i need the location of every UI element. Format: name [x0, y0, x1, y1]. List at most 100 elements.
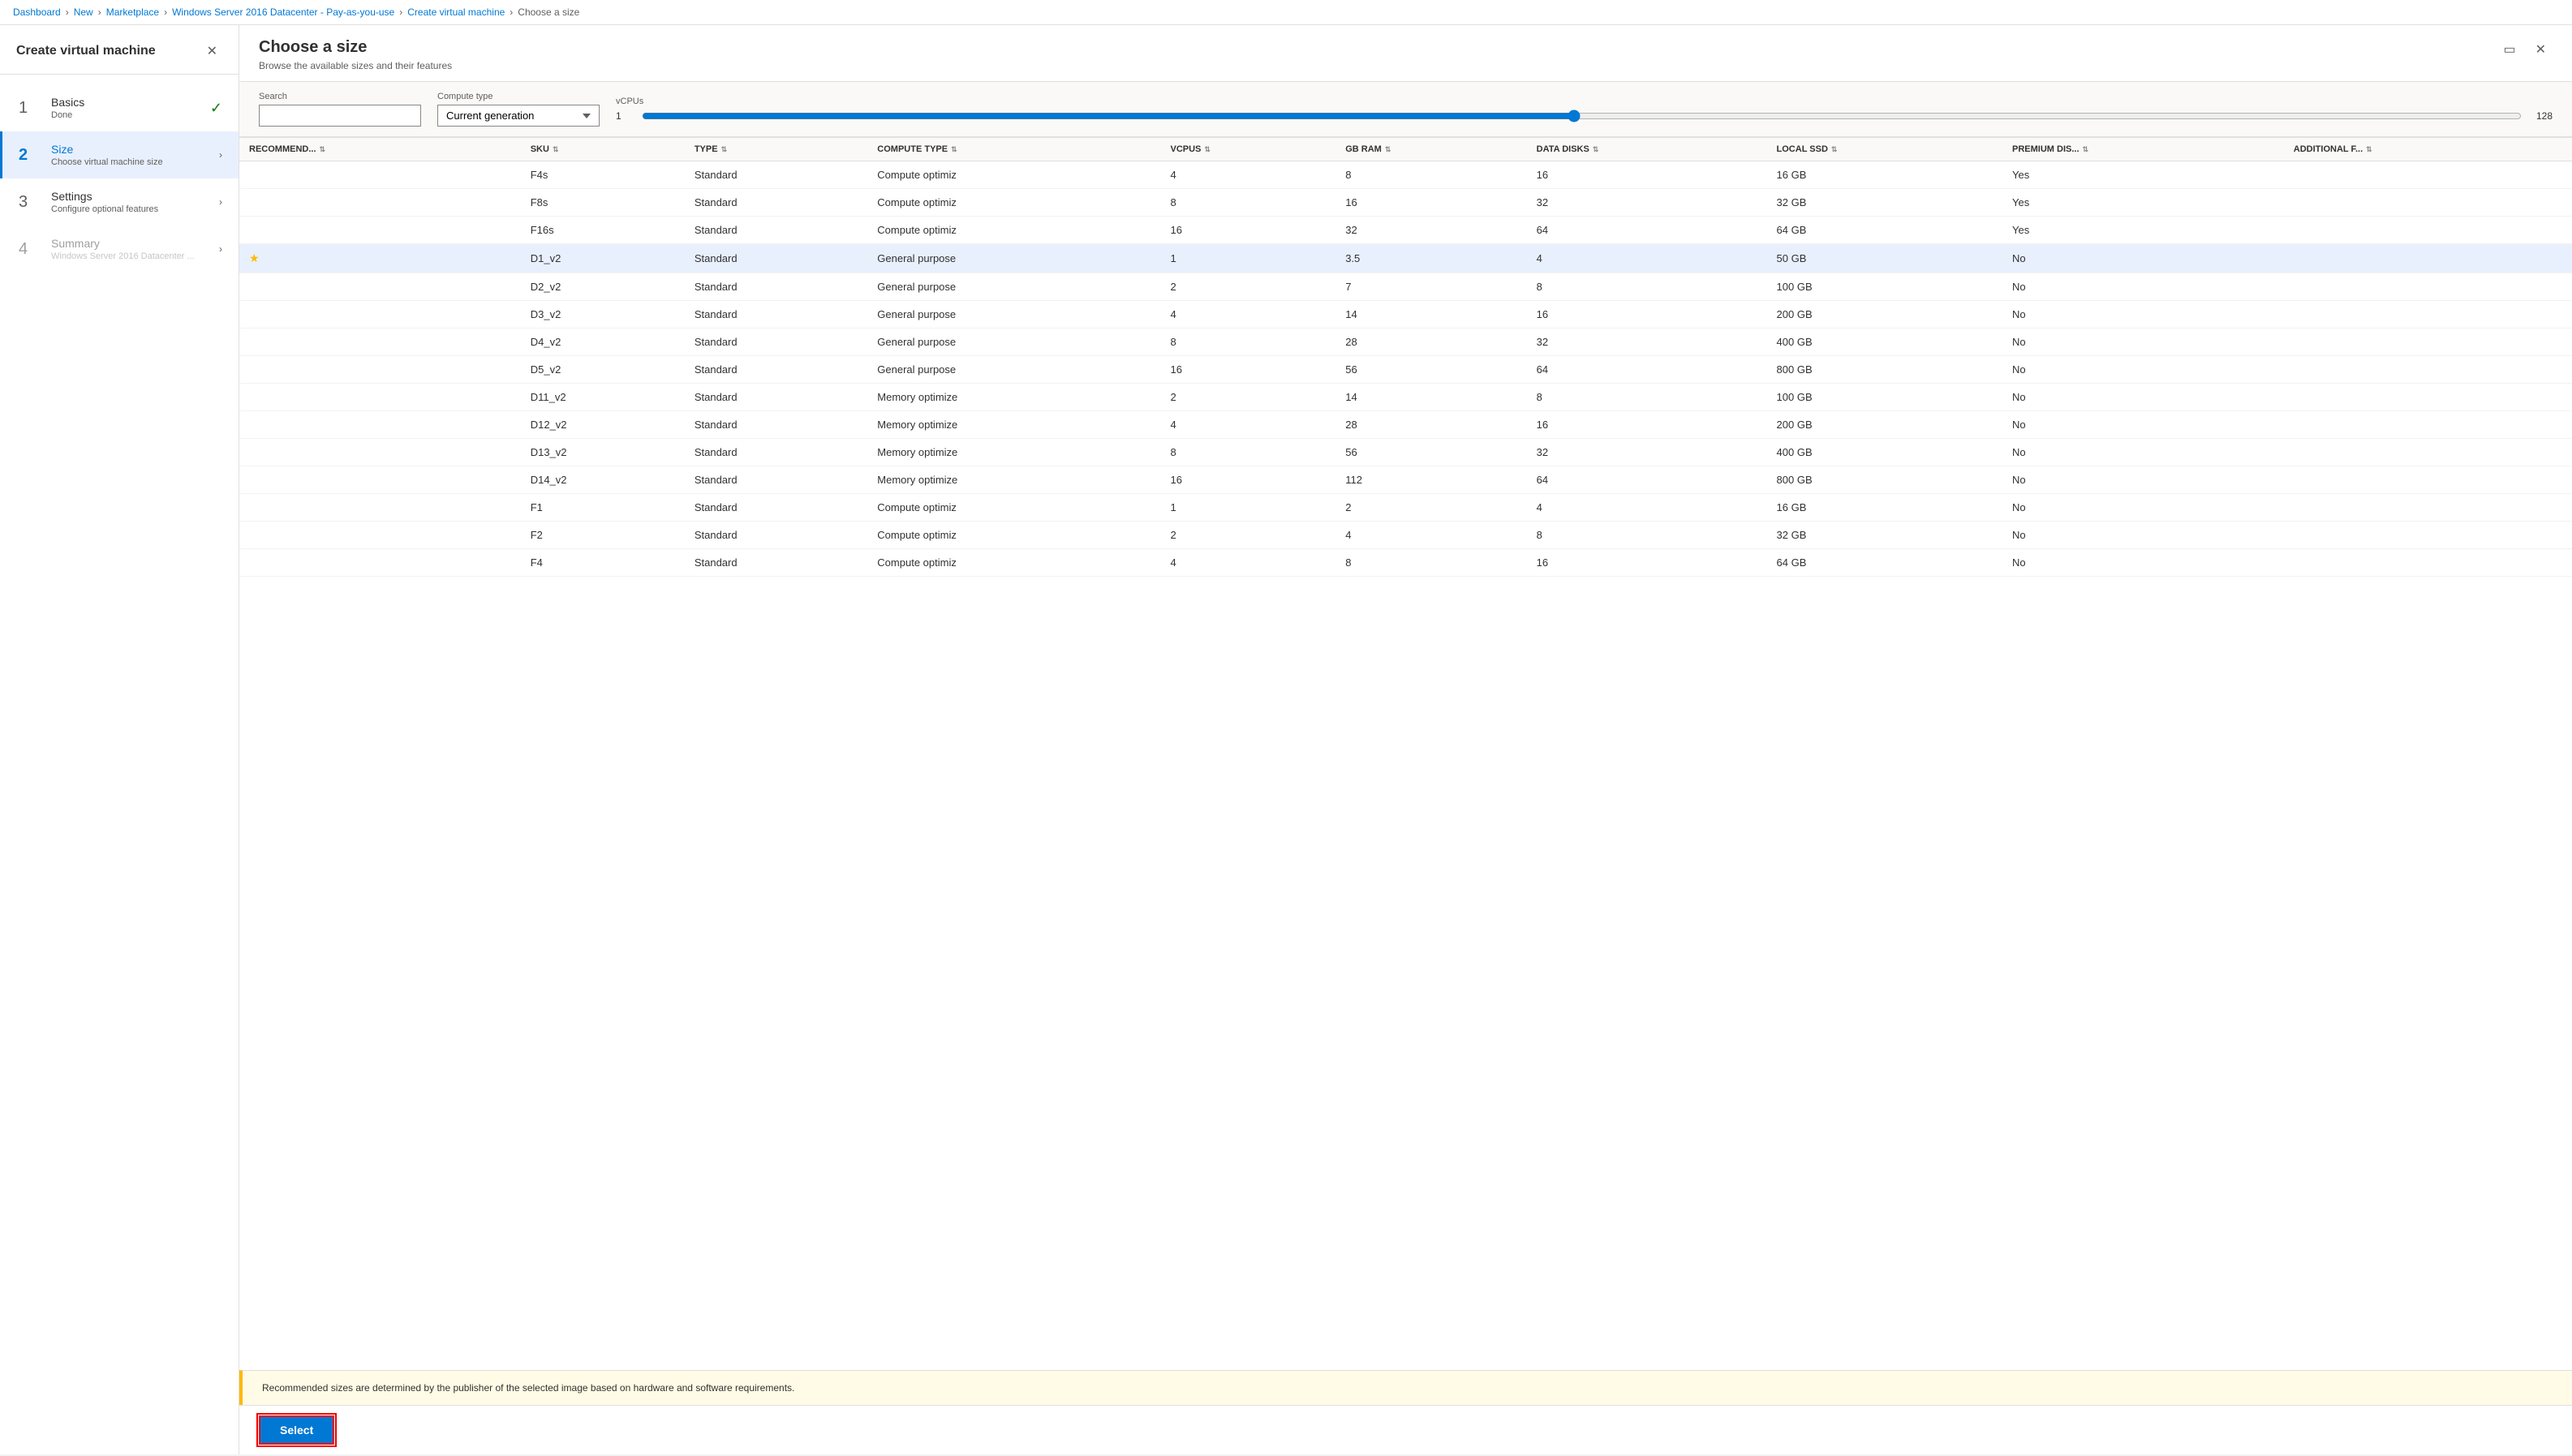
- chevron-right-icon-settings: ›: [219, 196, 222, 208]
- table-row[interactable]: D4_v2StandardGeneral purpose82832400 GBN…: [239, 329, 2572, 356]
- gb_ram-cell: 28: [1335, 411, 1526, 439]
- table-row[interactable]: D11_v2StandardMemory optimize2148100 GBN…: [239, 384, 2572, 411]
- search-group: Search: [259, 92, 421, 127]
- step-number-3: 3: [19, 193, 38, 212]
- col-data-disks[interactable]: DATA DISKS⇅: [1527, 138, 1767, 161]
- type-cell: Standard: [685, 549, 867, 577]
- sort-icon-recommended: ⇅: [320, 145, 326, 153]
- col-premium-dis[interactable]: PREMIUM DIS...⇅: [2002, 138, 2284, 161]
- select-button[interactable]: Select: [259, 1415, 334, 1445]
- table-row[interactable]: D3_v2StandardGeneral purpose41416200 GBN…: [239, 301, 2572, 329]
- gb_ram-cell: 4: [1335, 522, 1526, 549]
- sidebar-item-summary[interactable]: 4 Summary Windows Server 2016 Datacenter…: [0, 225, 239, 273]
- checkmark-icon: ✓: [210, 100, 222, 117]
- additional_f-cell: [2284, 494, 2572, 522]
- table-row[interactable]: D2_v2StandardGeneral purpose278100 GBNo: [239, 273, 2572, 301]
- sort-icon-disks: ⇅: [1593, 145, 1599, 153]
- minimize-button[interactable]: ▭: [2497, 38, 2522, 61]
- breadcrumb-marketplace[interactable]: Marketplace: [106, 6, 159, 18]
- compute-type-select[interactable]: Current generation All generations Previ…: [437, 105, 600, 127]
- table-row[interactable]: D13_v2StandardMemory optimize85632400 GB…: [239, 439, 2572, 466]
- table-row[interactable]: F2StandardCompute optimiz24832 GBNo: [239, 522, 2572, 549]
- premium_dis-cell: No: [2002, 273, 2284, 301]
- compute_type-cell: Memory optimize: [867, 411, 1160, 439]
- data_disks-cell: 4: [1527, 244, 1767, 273]
- additional_f-cell: [2284, 466, 2572, 494]
- col-type[interactable]: TYPE⇅: [685, 138, 867, 161]
- col-sku[interactable]: SKU⇅: [521, 138, 685, 161]
- data_disks-cell: 32: [1527, 439, 1767, 466]
- local_ssd-cell: 64 GB: [1767, 217, 2003, 244]
- sku-cell: F4s: [521, 161, 685, 189]
- maximize-button[interactable]: ✕: [2529, 38, 2553, 61]
- search-input[interactable]: [259, 105, 421, 127]
- col-compute-type[interactable]: COMPUTE TYPE⇅: [867, 138, 1160, 161]
- recommended-cell: [239, 522, 521, 549]
- additional_f-cell: [2284, 356, 2572, 384]
- vcpus-cell: 2: [1160, 522, 1335, 549]
- panel-subtitle: Browse the available sizes and their fea…: [259, 60, 452, 71]
- size-table: RECOMMEND...⇅ SKU⇅ TYPE⇅ COMPUTE TYPE⇅ V…: [239, 137, 2572, 577]
- step-number-4: 4: [19, 240, 38, 259]
- recommended-cell: [239, 384, 521, 411]
- gb_ram-cell: 32: [1335, 217, 1526, 244]
- breadcrumb-create-vm[interactable]: Create virtual machine: [407, 6, 505, 18]
- premium_dis-cell: No: [2002, 522, 2284, 549]
- breadcrumb-windows-server[interactable]: Windows Server 2016 Datacenter - Pay-as-…: [172, 6, 394, 18]
- breadcrumb-dashboard[interactable]: Dashboard: [13, 6, 61, 18]
- additional_f-cell: [2284, 549, 2572, 577]
- data_disks-cell: 64: [1527, 217, 1767, 244]
- type-cell: Standard: [685, 273, 867, 301]
- search-label: Search: [259, 92, 421, 101]
- table-row[interactable]: D5_v2StandardGeneral purpose165664800 GB…: [239, 356, 2572, 384]
- recommended-cell: [239, 189, 521, 217]
- local_ssd-cell: 400 GB: [1767, 439, 2003, 466]
- col-local-ssd[interactable]: LOCAL SSD⇅: [1767, 138, 2003, 161]
- data_disks-cell: 32: [1527, 329, 1767, 356]
- table-row[interactable]: F4sStandardCompute optimiz481616 GBYes: [239, 161, 2572, 189]
- compute_type-cell: Compute optimiz: [867, 549, 1160, 577]
- close-button[interactable]: ✕: [202, 41, 222, 61]
- table-row[interactable]: D14_v2StandardMemory optimize1611264800 …: [239, 466, 2572, 494]
- sku-cell: F4: [521, 549, 685, 577]
- vcpus-cell: 8: [1160, 329, 1335, 356]
- col-additional-f[interactable]: ADDITIONAL F...⇅: [2284, 138, 2572, 161]
- compute_type-cell: Memory optimize: [867, 439, 1160, 466]
- gb_ram-cell: 28: [1335, 329, 1526, 356]
- sidebar-header: Create virtual machine ✕: [0, 25, 239, 75]
- table-row[interactable]: D12_v2StandardMemory optimize42816200 GB…: [239, 411, 2572, 439]
- vcpus-cell: 2: [1160, 384, 1335, 411]
- sidebar-item-settings[interactable]: 3 Settings Configure optional features ›: [0, 178, 239, 225]
- breadcrumb-new[interactable]: New: [74, 6, 93, 18]
- sidebar-item-basics[interactable]: 1 Basics Done ✓: [0, 84, 239, 131]
- recommended-cell: [239, 329, 521, 356]
- recommended-cell: [239, 411, 521, 439]
- vcpus-cell: 4: [1160, 549, 1335, 577]
- sidebar-item-size[interactable]: 2 Size Choose virtual machine size ›: [0, 131, 239, 178]
- col-recommended[interactable]: RECOMMEND...⇅: [239, 138, 521, 161]
- table-row[interactable]: F4StandardCompute optimiz481664 GBNo: [239, 549, 2572, 577]
- additional_f-cell: [2284, 161, 2572, 189]
- vcpus-cell: 2: [1160, 273, 1335, 301]
- table-row[interactable]: F1StandardCompute optimiz12416 GBNo: [239, 494, 2572, 522]
- data_disks-cell: 4: [1527, 494, 1767, 522]
- gb_ram-cell: 16: [1335, 189, 1526, 217]
- table-row[interactable]: ★D1_v2StandardGeneral purpose13.5450 GBN…: [239, 244, 2572, 273]
- table-row[interactable]: F16sStandardCompute optimiz16326464 GBYe…: [239, 217, 2572, 244]
- type-cell: Standard: [685, 466, 867, 494]
- type-cell: Standard: [685, 329, 867, 356]
- col-gb-ram[interactable]: GB RAM⇅: [1335, 138, 1526, 161]
- local_ssd-cell: 16 GB: [1767, 161, 2003, 189]
- vcpus-cell: 4: [1160, 301, 1335, 329]
- additional_f-cell: [2284, 217, 2572, 244]
- table-row[interactable]: F8sStandardCompute optimiz8163232 GBYes: [239, 189, 2572, 217]
- local_ssd-cell: 16 GB: [1767, 494, 2003, 522]
- step-name-summary: Summary: [51, 237, 206, 250]
- vcpus-cell: 16: [1160, 356, 1335, 384]
- recommended-cell: [239, 549, 521, 577]
- type-cell: Standard: [685, 189, 867, 217]
- type-cell: Standard: [685, 356, 867, 384]
- vcpu-label: vCPUs: [616, 97, 2553, 106]
- vcpu-slider[interactable]: [642, 110, 2522, 122]
- col-vcpus[interactable]: VCPUS⇅: [1160, 138, 1335, 161]
